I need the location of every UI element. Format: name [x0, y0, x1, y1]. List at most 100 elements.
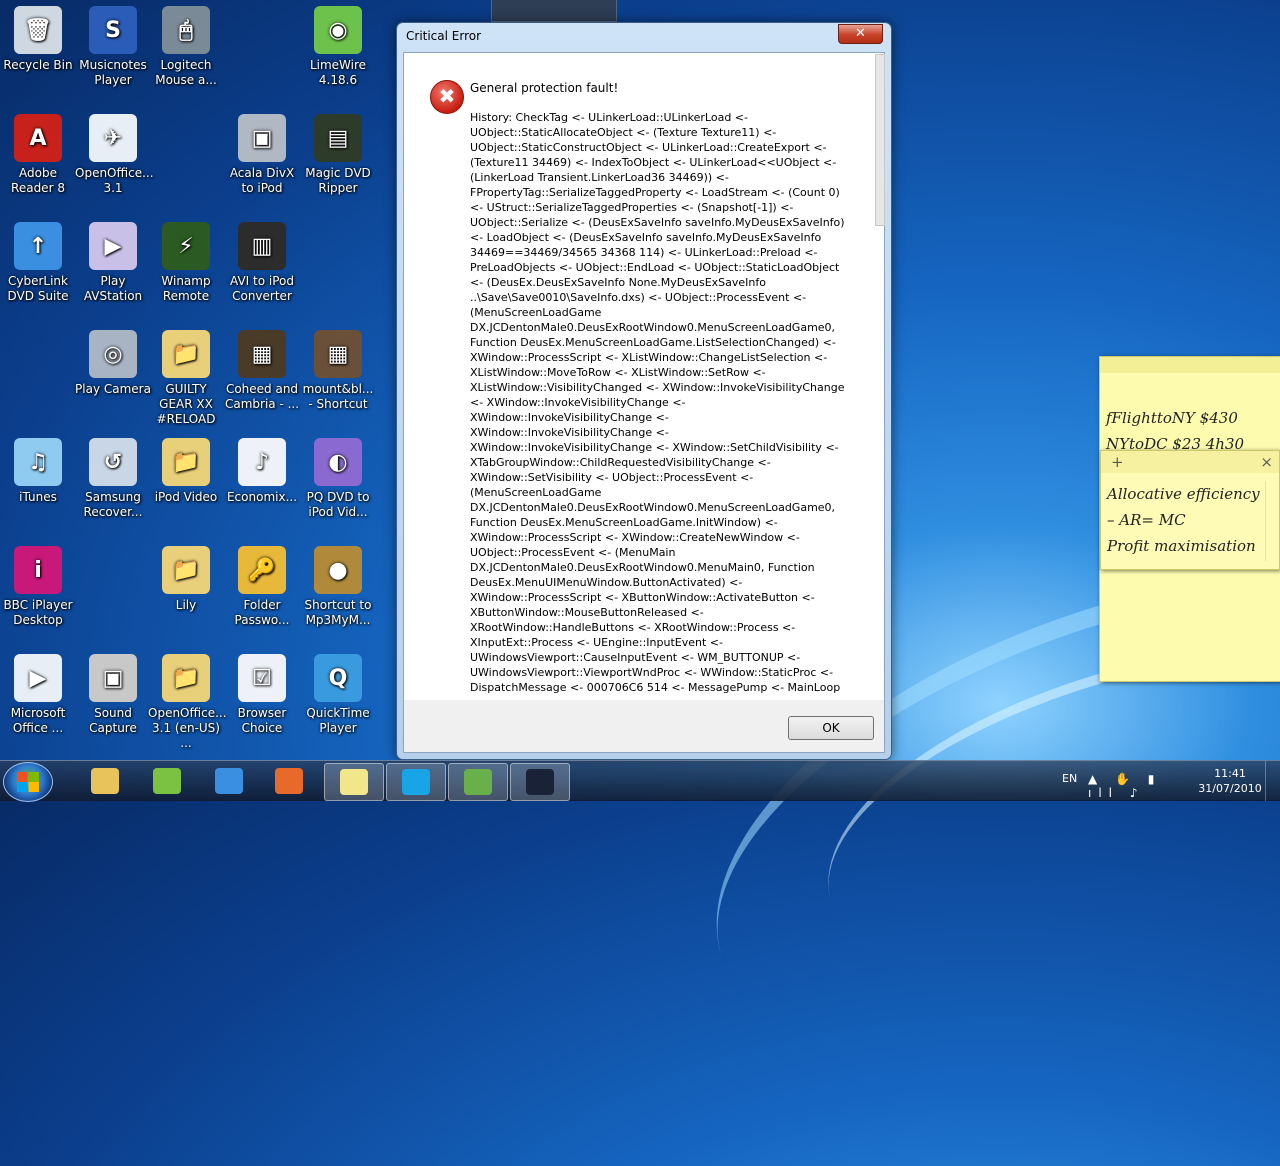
desktop-icon[interactable]: ♪ Economix... — [224, 432, 300, 505]
sticky-note-line: fFlighttoNY $430 — [1106, 409, 1238, 427]
desktop-icon-label: Adobe Reader 8 — [11, 166, 65, 195]
sticky-note-scrollbar[interactable] — [1265, 481, 1276, 561]
shortcut-icon: ♫ — [14, 438, 62, 486]
desktop-icon[interactable]: 🔑 Folder Passwo... — [224, 540, 300, 628]
shortcut-icon: 📁 — [162, 546, 210, 594]
close-button[interactable]: ✕ — [838, 24, 883, 44]
language-indicator[interactable]: EN — [1062, 772, 1077, 812]
start-button[interactable] — [3, 762, 53, 802]
desktop-icon[interactable]: ◎ Play Camera — [75, 324, 151, 397]
desktop-icon[interactable]: ▣ Acala DivX to iPod — [224, 108, 300, 196]
desktop-icon-label: Logitech Mouse a... — [155, 58, 217, 87]
desktop-icon[interactable]: A Adobe Reader 8 — [0, 108, 76, 196]
desktop-icon-label: mount&bl... - Shortcut — [302, 382, 374, 411]
desktop-icon-label: Magic DVD Ripper — [305, 166, 371, 195]
desktop-icon-label: Folder Passwo... — [234, 598, 290, 627]
desktop-icon[interactable]: ▣ Sound Capture — [75, 648, 151, 736]
desktop-icon[interactable]: ✈ OpenOffice... 3.1 — [75, 108, 154, 196]
shortcut-icon: 🗑 — [14, 6, 62, 54]
desktop-icon[interactable]: ↑ CyberLink DVD Suite — [0, 216, 76, 304]
taskbar-button-deus-ex[interactable] — [510, 763, 570, 801]
desktop-icon[interactable]: Q QuickTime Player — [300, 648, 376, 736]
desktop-icon[interactable]: ▦ Coheed and Cambria - ... — [224, 324, 300, 412]
desktop-icon[interactable]: ⚡ Winamp Remote — [148, 216, 224, 304]
shortcut-icon: i — [14, 546, 62, 594]
background-window — [491, 0, 617, 22]
desktop-icon-label: iPod Video — [154, 490, 218, 504]
desktop-icon[interactable]: S Musicnotes Player — [75, 0, 151, 88]
error-history-text: History: CheckTag <- ULinkerLoad::ULinke… — [470, 111, 845, 694]
ok-button[interactable]: OK — [788, 716, 874, 740]
desktop-icon[interactable]: 🗑 Recycle Bin — [0, 0, 76, 73]
desktop-icon[interactable]: ▤ Magic DVD Ripper — [300, 108, 376, 196]
media-player-icon — [275, 768, 303, 794]
taskbar-button-messenger[interactable] — [448, 763, 508, 801]
taskbar-button-media-player[interactable] — [260, 763, 318, 799]
desktop-icon-label: Musicnotes Player — [79, 58, 147, 87]
desktop-icon-label: Shortcut to Mp3MyM... — [304, 598, 372, 627]
shortcut-icon: 🔑 — [238, 546, 286, 594]
desktop-icon[interactable]: 📁 OpenOffice... 3.1 (en-US) ... — [148, 648, 227, 751]
shortcut-icon: S — [89, 6, 137, 54]
taskbar-button-skype[interactable] — [386, 763, 446, 801]
close-icon[interactable]: × — [1260, 453, 1273, 471]
shortcut-icon: ◐ — [314, 438, 362, 486]
error-heading: General protection fault! — [470, 81, 619, 95]
desktop-icon[interactable]: ▦ mount&bl... - Shortcut — [300, 324, 376, 412]
explorer-icon — [91, 768, 119, 794]
desktop-icon[interactable]: ▶ Microsoft Office ... — [0, 648, 76, 736]
shortcut-icon: Q — [314, 654, 362, 702]
desktop-icon-label: Coheed and Cambria - ... — [224, 382, 300, 411]
desktop-icon-label: CyberLink DVD Suite — [7, 274, 69, 303]
show-desktop-button[interactable] — [1265, 761, 1280, 801]
taskbar-button-internet-explorer[interactable] — [200, 763, 258, 799]
shortcut-icon: ▶ — [89, 222, 137, 270]
desktop-icon[interactable]: ↺ Samsung Recover... — [75, 432, 151, 520]
desktop-icon[interactable]: ▥ AVI to iPod Converter — [224, 216, 300, 304]
shortcut-icon: ☑ — [238, 654, 286, 702]
tray-icons[interactable]: ▲ ✋ ▮ ıll ♪ — [1088, 772, 1198, 812]
internet-explorer-icon — [215, 768, 243, 794]
desktop-icon[interactable]: ◉ LimeWire 4.18.6 — [300, 0, 376, 88]
taskbar-button-sticky-notes[interactable] — [324, 763, 384, 801]
messenger-icon — [464, 769, 492, 795]
clock-time: 11:41 — [1214, 767, 1246, 780]
shortcut-icon: ▦ — [314, 330, 362, 378]
desktop-icon-label: OpenOffice... 3.1 (en-US) ... — [148, 706, 227, 750]
desktop-icon[interactable]: ▶ Play AVStation — [75, 216, 151, 304]
shortcut-icon: 📁 — [162, 654, 210, 702]
desktop-icon[interactable]: ☑ Browser Choice — [224, 648, 300, 736]
desktop-icon[interactable]: 🖱 Logitech Mouse a... — [148, 0, 224, 88]
sticky-notes-icon — [340, 769, 368, 795]
skype-icon — [402, 769, 430, 795]
taskbar-button-explorer[interactable] — [76, 763, 134, 799]
sticky-note-line: Allocative efficiency — [1107, 485, 1260, 503]
shortcut-icon: ↺ — [89, 438, 137, 486]
desktop-icon-label: AVI to iPod Converter — [230, 274, 294, 303]
shortcut-icon: ● — [314, 546, 362, 594]
desktop-icon-label: QuickTime Player — [306, 706, 370, 735]
shortcut-icon: ▤ — [314, 114, 362, 162]
clock[interactable]: 11:41 31/07/2010 — [1198, 766, 1262, 806]
deus-ex-icon — [526, 769, 554, 795]
desktop-icon-label: Browser Choice — [237, 706, 287, 735]
add-note-icon[interactable]: + — [1111, 453, 1124, 471]
desktop-icon[interactable]: ♫ iTunes — [0, 432, 76, 505]
desktop-icon-label: GUILTY GEAR XX #RELOAD — [156, 382, 216, 426]
desktop-icon-label: Microsoft Office ... — [10, 706, 66, 735]
shortcut-icon: ◉ — [314, 6, 362, 54]
dialog-scrollbar[interactable] — [875, 54, 885, 694]
sticky-note-front[interactable]: + × Allocative efficiency – AR= MC Profi… — [1100, 450, 1280, 570]
shortcut-icon: ▣ — [89, 654, 137, 702]
desktop-icon[interactable]: 📁 iPod Video — [148, 432, 224, 505]
desktop-icon[interactable]: ● Shortcut to Mp3MyM... — [300, 540, 376, 628]
taskbar-button-spotify[interactable] — [138, 763, 196, 799]
desktop-icon-label: Play AVStation — [83, 274, 143, 303]
desktop-icon[interactable]: ◐ PQ DVD to iPod Vid... — [300, 432, 376, 520]
critical-error-dialog: Critical Error ✕ ✖ General protection fa… — [396, 22, 892, 760]
desktop-icon[interactable]: i BBC iPlayer Desktop — [0, 540, 76, 628]
windows-logo-icon — [17, 772, 39, 792]
desktop-icon[interactable]: 📁 Lily — [148, 540, 224, 613]
desktop-icon[interactable]: 📁 GUILTY GEAR XX #RELOAD — [148, 324, 224, 427]
scrollbar-thumb[interactable] — [875, 54, 885, 226]
